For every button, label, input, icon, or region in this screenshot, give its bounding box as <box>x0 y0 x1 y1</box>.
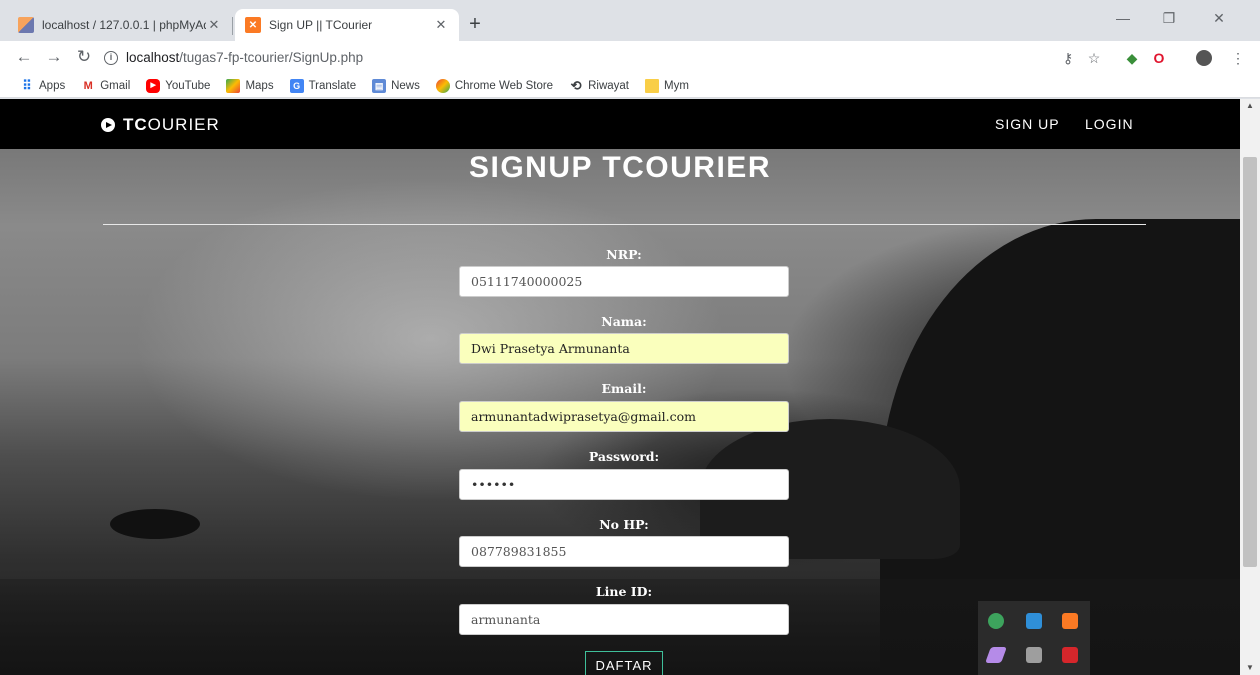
password-label: Password: <box>588 449 660 464</box>
chrome-web-store-icon <box>435 78 450 93</box>
nama-label: Nama: <box>601 314 647 329</box>
new-tab-button[interactable]: + <box>463 12 487 36</box>
bookmark-mym[interactable]: Mym <box>644 78 689 93</box>
maps-icon <box>226 78 241 93</box>
lineid-label: Line ID: <box>595 584 653 599</box>
reload-button[interactable]: ↻ <box>74 47 94 67</box>
bookmark-translate[interactable]: G Translate <box>289 78 356 93</box>
adobe-icon[interactable] <box>1062 647 1078 663</box>
nohp-field[interactable] <box>459 536 789 567</box>
menu-icon[interactable]: ⋮ <box>1230 50 1246 66</box>
phpmyadmin-icon <box>18 17 34 33</box>
tab-signup[interactable]: ✕ Sign UP || TCourier ✕ <box>235 9 459 41</box>
page-title: SIGNUP TCOURIER <box>469 151 771 184</box>
restore-button[interactable]: ❐ <box>1146 10 1192 27</box>
tab-separator <box>232 17 233 35</box>
email-field[interactable] <box>459 401 789 432</box>
scroll-thumb[interactable] <box>1243 157 1257 567</box>
bookmark-riwayat[interactable]: ⟲ Riwayat <box>569 77 629 93</box>
gmail-icon: M <box>83 79 93 92</box>
key-icon[interactable]: ⚷ <box>1060 50 1076 66</box>
close-icon[interactable]: ✕ <box>433 17 449 33</box>
lineid-field[interactable] <box>459 604 789 635</box>
close-icon[interactable]: ✕ <box>206 17 222 33</box>
tray-popup <box>978 601 1090 675</box>
translate-icon: G <box>289 78 304 93</box>
tab-strip: localhost / 127.0.0.1 | phpMyAdm ✕ ✕ Sig… <box>0 0 1260 41</box>
minimize-button[interactable]: — <box>1100 10 1146 26</box>
device-icon[interactable] <box>1026 647 1042 663</box>
divider <box>103 224 1146 225</box>
star-icon[interactable]: ☆ <box>1086 50 1102 66</box>
close-window-button[interactable]: ✕ <box>1196 10 1242 27</box>
scroll-down-arrow[interactable]: ▼ <box>1240 661 1260 675</box>
back-button[interactable]: ← <box>14 47 34 67</box>
tray-app-icon[interactable] <box>1026 613 1042 629</box>
daftar-button[interactable]: DAFTAR <box>585 651 663 675</box>
nav-signup-link[interactable]: SIGN UP <box>995 116 1060 132</box>
password-field[interactable] <box>459 469 789 500</box>
tab-title: Sign UP || TCourier <box>269 18 373 32</box>
url-path: /tugas7-fp-tcourier/SignUp.php <box>179 50 364 65</box>
forward-button[interactable]: → <box>44 47 64 67</box>
tab-phpmyadmin[interactable]: localhost / 127.0.0.1 | phpMyAdm ✕ <box>8 9 232 41</box>
bookmark-gmail[interactable]: M Gmail <box>81 79 131 93</box>
address-bar[interactable]: i localhost/tugas7-fp-tcourier/SignUp.ph… <box>104 44 1124 71</box>
avatar[interactable] <box>1196 50 1212 66</box>
opera-icon[interactable]: O <box>1151 50 1167 66</box>
folder-icon <box>644 78 659 93</box>
news-icon: ▤ <box>372 78 387 93</box>
nav-login-link[interactable]: LOGIN <box>1085 116 1134 132</box>
history-icon: ⟲ <box>570 77 582 93</box>
xampp-icon: ✕ <box>245 17 261 33</box>
bookmark-apps[interactable]: ⠿ Apps <box>20 77 65 93</box>
pen-icon[interactable] <box>985 647 1007 663</box>
play-icon <box>101 118 115 132</box>
nrp-field[interactable] <box>459 266 789 297</box>
tray-app-icon[interactable] <box>988 613 1004 629</box>
bookmark-chrome-web-store[interactable]: Chrome Web Store <box>435 78 553 93</box>
url-host: localhost <box>126 50 180 65</box>
rock-shape <box>110 509 200 539</box>
brand-logo[interactable]: TC OURIER <box>101 115 220 135</box>
info-icon[interactable]: i <box>104 50 118 65</box>
bookmark-youtube[interactable]: ▶ YouTube <box>146 78 210 93</box>
extension-icon[interactable]: ◆ <box>1124 50 1140 66</box>
apps-icon: ⠿ <box>22 77 32 93</box>
xampp-tray-icon[interactable] <box>1062 613 1078 629</box>
site-navbar: TC OURIER SIGN UP LOGIN <box>0 99 1240 149</box>
bookmark-news[interactable]: ▤ News <box>372 78 420 93</box>
youtube-icon: ▶ <box>146 78 161 93</box>
page-scrollbar[interactable]: ▲ ▼ <box>1240 99 1260 675</box>
bookmark-maps[interactable]: Maps <box>226 78 274 93</box>
nama-field[interactable] <box>459 333 789 364</box>
page-viewport: TC OURIER SIGN UP LOGIN SIGNUP TCOURIER N… <box>0 99 1240 675</box>
nrp-label: NRP: <box>606 247 642 262</box>
nohp-label: No HP: <box>599 517 649 532</box>
bookmarks-bar: ⠿ Apps M Gmail ▶ YouTube Maps G Translate ▤ N… <box>0 74 1260 98</box>
browser-toolbar: ← → ↻ i localhost/tugas7-fp-tcourier/Sig… <box>0 41 1260 74</box>
tab-title: localhost / 127.0.0.1 | phpMyAdm <box>42 18 206 32</box>
scroll-up-arrow[interactable]: ▲ <box>1240 99 1260 113</box>
email-label: Email: <box>601 381 647 396</box>
